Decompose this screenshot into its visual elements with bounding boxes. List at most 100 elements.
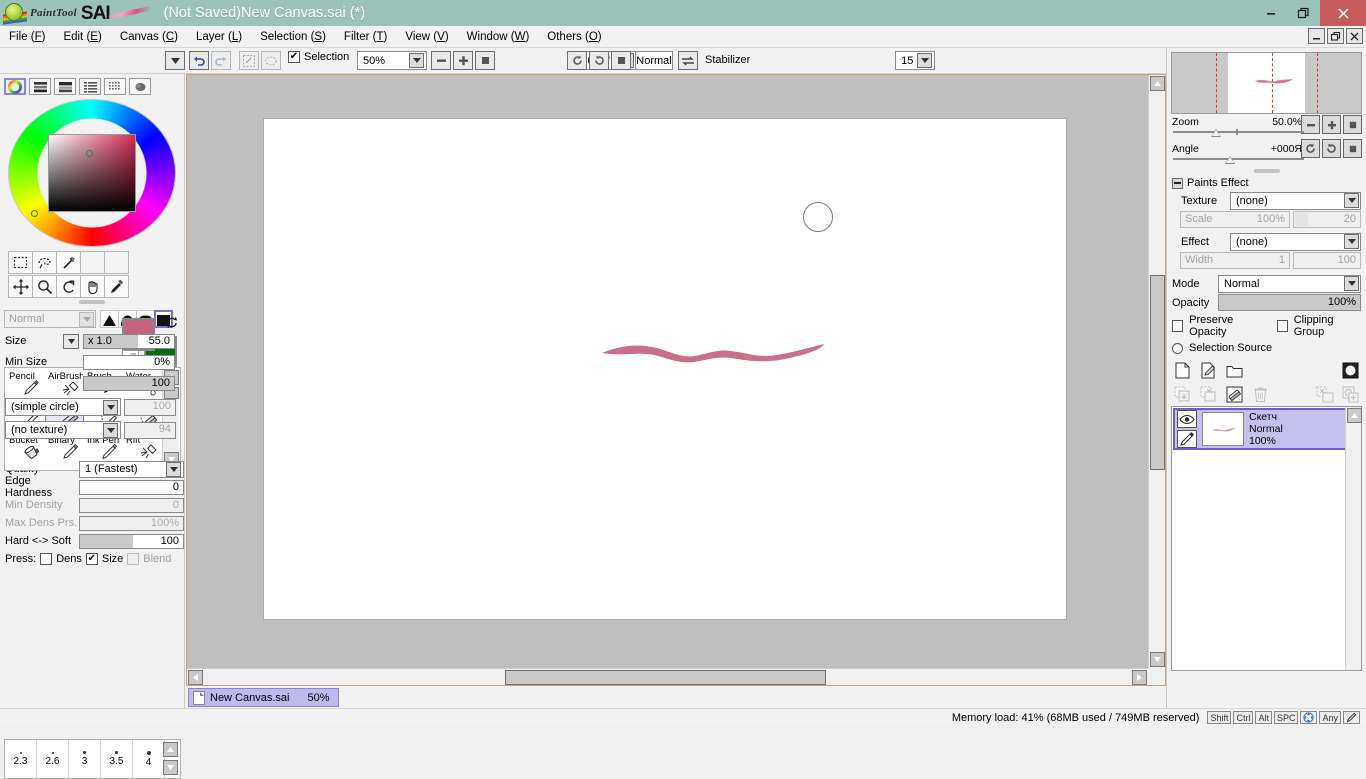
view-mode-field[interactable]: Normal (635, 51, 673, 70)
undo-button[interactable] (189, 51, 209, 70)
menu-view[interactable]: View (V) (396, 29, 457, 45)
mdi-restore-button[interactable] (1327, 28, 1344, 44)
layer-visibility-icon[interactable] (1177, 410, 1197, 428)
delete-layer-icon[interactable] (1251, 385, 1270, 404)
mdi-minimize-button[interactable] (1308, 28, 1325, 44)
brush-minsize-slider[interactable]: 0% (83, 354, 175, 370)
quality-combo[interactable]: 1 (Fastest) (79, 460, 184, 478)
paints-effect-header[interactable]: Paints Effect (1167, 174, 1366, 191)
horizontal-scroll-thumb[interactable] (505, 670, 826, 685)
edge-hardness-slider[interactable]: 0 (79, 479, 184, 495)
chevron-down-icon[interactable] (409, 53, 424, 68)
brush-texture-combo[interactable]: (no texture) (5, 421, 121, 439)
move-icon[interactable] (8, 275, 33, 298)
chevron-down-icon[interactable] (1344, 276, 1359, 291)
panel-toggle-dropdown[interactable] (165, 51, 185, 70)
effect-combo[interactable]: (none) (1230, 232, 1361, 251)
new-folder-icon[interactable] (1225, 361, 1244, 380)
tool-slot-empty-1[interactable] (80, 251, 105, 274)
scroll-right-icon[interactable] (1132, 670, 1147, 685)
menu-file[interactable]: File (F) (0, 29, 54, 45)
swatches-tab[interactable] (104, 78, 126, 95)
press-blend-checkbox[interactable] (127, 553, 140, 565)
size-preset[interactable]: 4 (133, 740, 165, 778)
texture-combo[interactable]: (none) (1230, 191, 1361, 210)
chevron-down-icon[interactable] (79, 311, 94, 327)
rotate-cw-button[interactable] (589, 51, 609, 70)
layer-list[interactable]: Скетч Normal 100% (1171, 406, 1362, 671)
menu-others[interactable]: Others (O) (538, 29, 610, 45)
scroll-up-icon[interactable] (163, 742, 178, 757)
tool-airbrush[interactable]: AirBrush (45, 369, 84, 401)
brush-size-slider[interactable]: x 1.0 55.0 (83, 333, 175, 349)
restore-button[interactable] (1287, 0, 1320, 26)
size-preset[interactable]: 3 (69, 740, 101, 778)
rgb-slider-tab[interactable] (29, 78, 51, 95)
rotate-icon[interactable] (56, 275, 81, 298)
menu-selection[interactable]: Selection (S) (251, 29, 335, 45)
rect-select-icon[interactable] (8, 251, 33, 274)
vertical-scroll-thumb[interactable] (1150, 275, 1165, 470)
navigator-preview[interactable] (1171, 52, 1362, 114)
hand-icon[interactable] (80, 275, 105, 298)
flip-horizontal-button[interactable] (678, 51, 698, 70)
zoom-reset-button[interactable] (475, 51, 495, 70)
navigator-zoom-in-button[interactable] (1322, 115, 1341, 134)
size-preset[interactable]: 2.3 (5, 740, 37, 778)
brush-shape-amount[interactable]: 100 (124, 398, 176, 416)
canvas-vertical-scrollbar[interactable] (1148, 75, 1165, 668)
merge-down-icon[interactable] (1173, 385, 1192, 404)
swap-colors-icon[interactable] (165, 316, 179, 331)
navigator-zoom-reset-button[interactable] (1343, 115, 1362, 134)
preset-scrollbar[interactable] (162, 741, 179, 777)
chevron-down-icon[interactable] (1344, 234, 1359, 249)
layer-opacity-slider[interactable]: 100% (1218, 294, 1361, 311)
new-linework-layer-icon[interactable] (1199, 361, 1218, 380)
chevron-down-icon[interactable] (103, 422, 118, 438)
min-density-slider[interactable]: 0 (79, 497, 184, 513)
selection-invert-button[interactable] (239, 51, 259, 70)
canvas-horizontal-scrollbar[interactable] (187, 668, 1148, 685)
color-wheel-tab[interactable] (4, 78, 26, 95)
rotate-ccw-button[interactable] (567, 51, 587, 70)
layer-mode-combo[interactable]: Normal (1218, 274, 1361, 293)
zoom-out-button[interactable] (431, 51, 451, 70)
selection-clear-button[interactable] (261, 51, 281, 70)
panel-resize-grip[interactable] (79, 300, 105, 304)
selection-toggle[interactable]: ✔ Selection (288, 51, 349, 63)
menu-filter[interactable]: Filter (T) (335, 29, 396, 45)
effect-width-field[interactable]: Width 1 (1180, 252, 1290, 269)
scroll-left-icon[interactable] (188, 670, 203, 685)
brush-shape-combo[interactable]: (simple circle) (5, 398, 121, 416)
max-dens-prs-slider[interactable]: 100% (79, 515, 184, 531)
lasso-select-icon[interactable] (32, 251, 57, 274)
rotate-reset-button[interactable] (611, 51, 631, 70)
chevron-down-icon[interactable] (103, 399, 118, 415)
clear-layer-icon[interactable] (1225, 385, 1244, 404)
canvas-viewport[interactable] (186, 74, 1166, 686)
brush-shape-soft-triangle[interactable] (100, 310, 119, 328)
merge-visible-icon[interactable] (1199, 385, 1218, 404)
chevron-down-icon[interactable] (917, 53, 933, 68)
press-size-checkbox[interactable]: ✔ (85, 553, 98, 565)
menu-window[interactable]: Window (W) (458, 29, 539, 45)
tool-slot-empty-2[interactable] (104, 251, 129, 274)
navigator-zoom-slider[interactable] (1173, 128, 1304, 138)
clipping-group-checkbox[interactable] (1276, 320, 1288, 332)
menu-edit[interactable]: Edit (E) (54, 29, 110, 45)
saturation-value-box[interactable] (48, 134, 136, 212)
brush-density-slider[interactable]: 100 (83, 375, 175, 391)
layer-row[interactable]: Скетч Normal 100% (1173, 408, 1360, 450)
zoom-icon[interactable] (32, 275, 57, 298)
right-panel-grip[interactable] (1253, 169, 1280, 173)
preserve-opacity-checkbox[interactable] (1172, 320, 1184, 332)
canvas-page[interactable] (264, 119, 1066, 619)
navigator-angle-slider[interactable] (1173, 155, 1304, 165)
document-tab[interactable]: New Canvas.sai 50% (188, 688, 339, 707)
press-dens-checkbox[interactable] (40, 553, 53, 565)
scroll-up-icon[interactable] (1150, 76, 1165, 91)
mdi-close-button[interactable] (1346, 28, 1363, 44)
color-mixer-tab[interactable] (79, 78, 101, 95)
scroll-up-icon[interactable] (1347, 408, 1362, 423)
minimize-button[interactable] (1254, 0, 1287, 26)
